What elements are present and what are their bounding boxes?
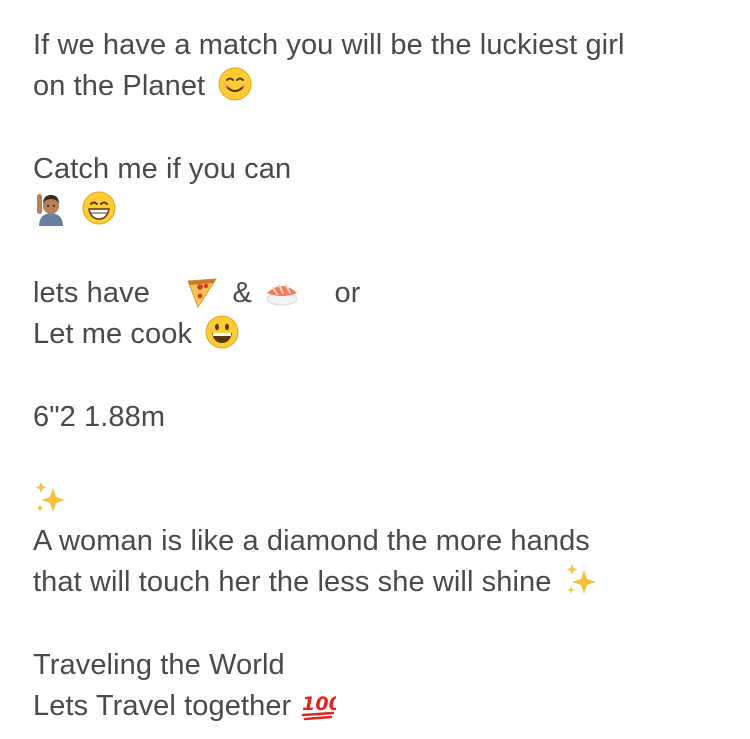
- pizza-icon: [184, 273, 220, 309]
- smiling-face-icon: [217, 66, 253, 102]
- bio-text: lets have: [33, 276, 150, 309]
- bio-text: on the Planet: [33, 69, 206, 102]
- bio-text: Let me cook: [33, 317, 193, 350]
- bio-line: [33, 479, 733, 520]
- bio-text: 6"2 1.88m: [33, 400, 166, 433]
- bio-line: on the Planet: [33, 65, 733, 106]
- sparkles-icon: [33, 480, 69, 516]
- bio-line: Catch me if you can: [33, 148, 733, 189]
- profile-bio: If we have a match you will be the lucki…: [33, 24, 733, 726]
- grinning-face-icon: [81, 190, 117, 226]
- sushi-icon: [264, 273, 300, 309]
- bio-line: lets have & or: [33, 272, 733, 313]
- bio-line: If we have a match you will be the lucki…: [33, 24, 733, 65]
- bio-line: A woman is like a diamond the more hands: [33, 520, 733, 561]
- bio-line: Traveling the World: [33, 644, 733, 685]
- person-raising-hand-icon: [33, 190, 69, 227]
- bio-text: If we have a match you will be the lucki…: [33, 28, 625, 61]
- hundred-points-icon: 100: [300, 686, 336, 722]
- bio-text: A woman is like a diamond the more hands: [33, 524, 590, 557]
- bio-text: that will touch her the less she will sh…: [33, 565, 552, 598]
- bio-text: Lets Travel together: [33, 689, 292, 722]
- svg-text:100: 100: [302, 693, 336, 715]
- bio-line: that will touch her the less she will sh…: [33, 561, 733, 602]
- bio-line: Let me cook: [33, 313, 733, 354]
- sparkles-icon: [564, 562, 600, 598]
- bio-line: Lets Travel together 100: [33, 685, 733, 726]
- bio-text: Catch me if you can: [33, 152, 292, 185]
- bio-line: 6"2 1.88m: [33, 396, 733, 437]
- bio-text: &: [232, 276, 252, 309]
- bio-text: Traveling the World: [33, 648, 285, 681]
- bio-text: or: [334, 276, 361, 309]
- bio-line: [33, 189, 733, 230]
- grinning-big-eyes-icon: [204, 314, 240, 350]
